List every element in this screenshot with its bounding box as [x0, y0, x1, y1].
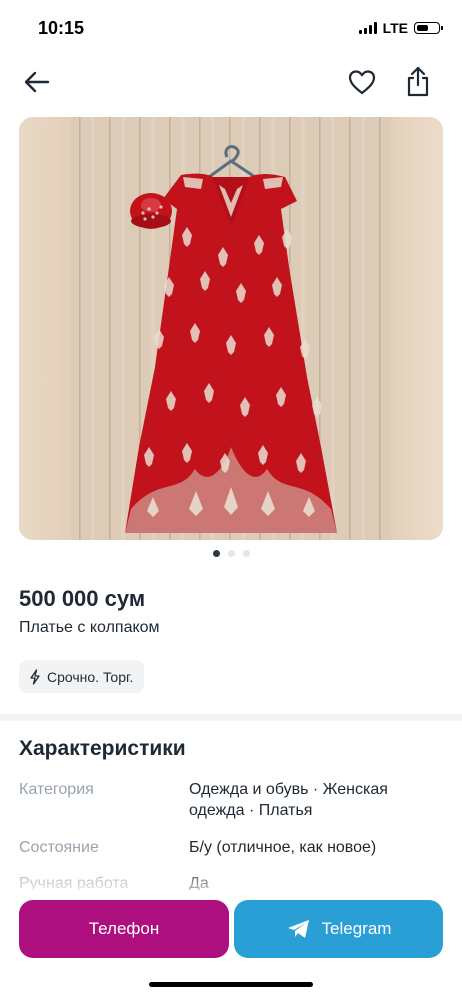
signal-icon: [358, 22, 377, 34]
top-navigation: [0, 60, 462, 104]
telegram-icon: [287, 920, 309, 938]
urgent-badge: Срочно. Торг.: [19, 660, 145, 693]
back-button[interactable]: [22, 68, 52, 96]
network-type: LTE: [382, 20, 408, 36]
badge-label: Срочно. Торг.: [47, 668, 134, 685]
pagination-dot[interactable]: [227, 550, 235, 557]
share-icon: [407, 66, 429, 97]
spec-value: Одежда и обувь · Женская одежда · Платья: [189, 781, 388, 819]
pagination-dot[interactable]: [242, 550, 250, 557]
telegram-button[interactable]: Telegram: [234, 900, 443, 958]
photo-gallery[interactable]: [19, 117, 443, 540]
dress-photo: [19, 117, 443, 540]
telegram-button-label: Telegram: [321, 919, 392, 938]
spec-key: Категория: [19, 781, 94, 798]
pagination-dot[interactable]: [212, 550, 220, 557]
home-indicator: [149, 982, 313, 987]
spec-key: Состояние: [19, 839, 99, 856]
listing-title: Платье с колпаком: [19, 619, 160, 636]
heart-icon: [348, 70, 376, 95]
gallery-pagination: [0, 550, 462, 557]
status-indicators: LTE: [358, 20, 443, 36]
section-divider: [0, 714, 462, 721]
phone-button[interactable]: Телефон: [19, 900, 229, 958]
battery-icon: [414, 22, 443, 34]
characteristics-heading: Характеристики: [19, 737, 186, 760]
arrow-left-icon: [24, 71, 50, 93]
share-button[interactable]: [402, 64, 434, 98]
phone-button-label: Телефон: [88, 919, 160, 938]
lightning-icon: [30, 668, 40, 685]
contact-bar: Телефон Telegram: [0, 890, 462, 999]
favorite-button[interactable]: [346, 66, 378, 98]
status-bar: 10:15 LTE: [0, 0, 462, 58]
listing-price: 500 000 сум: [19, 586, 146, 611]
spec-value: Б/у (отличное, как новое): [189, 839, 377, 856]
battery-level: [417, 25, 428, 31]
status-time: 10:15: [38, 18, 85, 38]
